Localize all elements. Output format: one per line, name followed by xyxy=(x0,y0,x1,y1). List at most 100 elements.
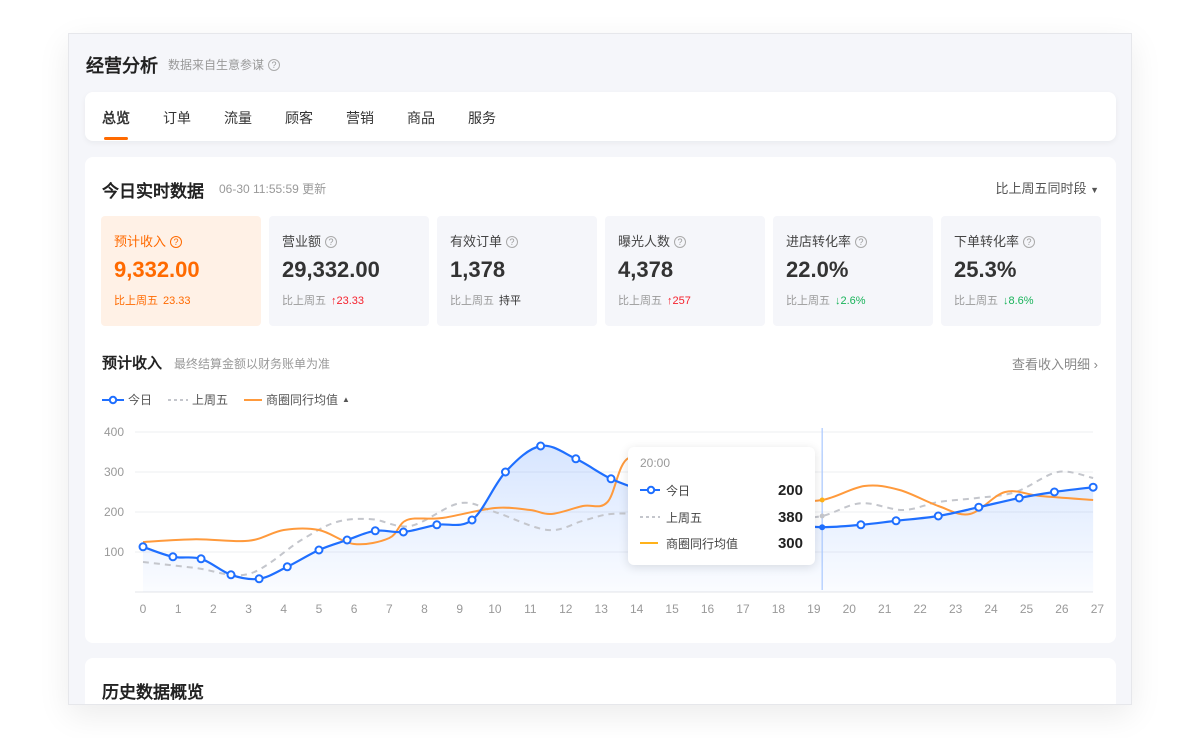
kpi-compare-label: 比上周五 xyxy=(282,295,326,307)
legend-today-label: 今日 xyxy=(128,393,153,407)
help-icon[interactable]: ? xyxy=(855,236,868,248)
kpi-delta: ↑23.33 xyxy=(331,295,364,307)
legend-today[interactable]: 今日 xyxy=(102,391,152,408)
tooltip-row-today: 今日 200 xyxy=(640,481,803,499)
kpi-card[interactable]: 预计收入? 9,332.00 比上周五 23.33 xyxy=(101,216,261,326)
kpi-value: 29,332.00 xyxy=(282,257,380,282)
kpi-delta: ↑257 xyxy=(667,295,691,307)
legend-peer-avg-label: 商圈同行均值 xyxy=(266,393,339,407)
line-icon xyxy=(640,542,658,544)
kpi-compare-label: 比上周五 xyxy=(954,295,998,307)
kpi-delta: ↓2.6% xyxy=(835,295,866,307)
kpi-delta-value: 257 xyxy=(672,295,691,307)
help-icon[interactable]: ? xyxy=(674,236,687,248)
tab-orders[interactable]: 订单 xyxy=(163,108,191,128)
caret-up-icon: ▲ xyxy=(342,395,350,404)
kpi-compare: 比上周五 持平 xyxy=(450,292,521,308)
app-window: 经营分析 数据来自生意参谋? 总览 订单 流量 顾客 营销 商品 服务 今日实时… xyxy=(68,33,1132,705)
compare-select-value: 比上周五同时段 xyxy=(995,181,1087,196)
help-icon[interactable]: ? xyxy=(506,236,519,248)
kpi-delta-value: 8.6% xyxy=(1008,295,1034,307)
kpi-compare: 比上周五 ↑257 xyxy=(618,292,691,308)
kpi-delta: 持平 xyxy=(499,295,521,307)
line-marker-icon xyxy=(640,485,660,495)
kpi-delta-value: 23.33 xyxy=(163,295,191,307)
legend-peer-avg[interactable]: 商圈同行均值 ▲ xyxy=(244,391,350,408)
kpi-label: 有效订单? xyxy=(450,231,519,250)
kpi-delta-value: 持平 xyxy=(499,295,521,307)
kpi-compare-label: 比上周五 xyxy=(114,295,158,307)
page-subtitle: 数据来自生意参谋? xyxy=(168,56,281,73)
kpi-value: 1,378 xyxy=(450,257,506,282)
kpi-value: 22.0% xyxy=(786,257,849,282)
kpi-label-text: 预计收入 xyxy=(114,234,167,249)
chevron-right-icon: › xyxy=(1093,357,1098,372)
realtime-card: 今日实时数据 06-30 11:55:59 更新 比上周五同时段 ▼ 预计收入?… xyxy=(85,157,1116,643)
kpi-card[interactable]: 营业额? 29,332.00 比上周五 ↑23.33 xyxy=(269,216,429,326)
tooltip-label: 今日 xyxy=(666,483,691,498)
help-icon[interactable]: ? xyxy=(170,236,183,248)
kpi-label: 下单转化率? xyxy=(954,231,1036,250)
realtime-title: 今日实时数据 xyxy=(102,182,204,201)
kpi-card[interactable]: 下单转化率? 25.3% 比上周五 ↓8.6% xyxy=(941,216,1101,326)
legend-last-friday-label: 上周五 xyxy=(192,393,229,407)
legend-last-friday[interactable]: 上周五 xyxy=(168,391,228,408)
chart-tooltip: 20:00 今日 200 上周五 380 商圈同行均值 300 xyxy=(628,447,815,565)
income-detail-link[interactable]: 查看收入明细 › xyxy=(1012,354,1098,373)
tab-marketing[interactable]: 营销 xyxy=(346,108,374,128)
kpi-label-text: 下单转化率 xyxy=(954,234,1020,249)
kpi-card[interactable]: 曝光人数? 4,378 比上周五 ↑257 xyxy=(605,216,765,326)
income-title: 预计收入 xyxy=(102,355,163,372)
kpi-label-text: 有效订单 xyxy=(450,234,503,249)
kpi-compare-label: 比上周五 xyxy=(450,295,494,307)
tooltip-value: 300 xyxy=(777,534,803,552)
kpi-compare: 比上周五 ↓2.6% xyxy=(786,292,866,308)
kpi-label: 曝光人数? xyxy=(618,231,687,250)
tab-products[interactable]: 商品 xyxy=(407,108,435,128)
update-time: 06-30 11:55:59 更新 xyxy=(219,182,327,196)
kpi-delta: ↓8.6% xyxy=(1003,295,1034,307)
kpi-label: 进店转化率? xyxy=(786,231,868,250)
help-icon[interactable]: ? xyxy=(1023,236,1036,248)
tooltip-value: 200 xyxy=(777,481,803,499)
income-note: 最终结算金额以财务账单为准 xyxy=(174,357,331,371)
kpi-value: 4,378 xyxy=(618,257,674,282)
chart-legend: 今日 上周五 商圈同行均值 ▲ xyxy=(102,391,350,408)
kpi-value: 25.3% xyxy=(954,257,1017,282)
kpi-delta-value: 23.33 xyxy=(336,295,365,307)
kpi-compare: 比上周五 23.33 xyxy=(114,292,191,308)
kpi-compare: 比上周五 ↑23.33 xyxy=(282,292,364,308)
tooltip-value: 380 xyxy=(777,508,803,526)
kpi-card[interactable]: 进店转化率? 22.0% 比上周五 ↓2.6% xyxy=(773,216,933,326)
compare-period-select[interactable]: 比上周五同时段 ▼ xyxy=(995,178,1099,197)
tooltip-time: 20:00 xyxy=(640,456,671,470)
kpi-compare-label: 比上周五 xyxy=(618,295,662,307)
income-link-text: 查看收入明细 xyxy=(1012,357,1091,372)
kpi-delta: 23.33 xyxy=(163,295,191,307)
page-title: 经营分析 xyxy=(86,56,158,76)
kpi-compare: 比上周五 ↓8.6% xyxy=(954,292,1034,308)
kpi-label: 预计收入? xyxy=(114,231,183,250)
kpi-card[interactable]: 有效订单? 1,378 比上周五 持平 xyxy=(437,216,597,326)
history-card: 历史数据概览 xyxy=(85,658,1116,704)
tooltip-label: 上周五 xyxy=(666,510,703,525)
kpi-label-text: 营业额 xyxy=(282,234,322,249)
kpi-label: 营业额? xyxy=(282,231,338,250)
tab-service[interactable]: 服务 xyxy=(468,108,496,128)
subtitle-text: 数据来自生意参谋 xyxy=(168,58,265,72)
line-icon xyxy=(244,398,263,401)
kpi-value: 9,332.00 xyxy=(114,257,200,282)
dashed-line-icon xyxy=(640,516,660,518)
tab-customers[interactable]: 顾客 xyxy=(285,108,313,128)
kpi-delta-value: 2.6% xyxy=(840,295,866,307)
tooltip-row-last-friday: 上周五 380 xyxy=(640,508,803,526)
tab-traffic[interactable]: 流量 xyxy=(224,108,252,128)
line-marker-icon xyxy=(102,395,124,404)
caret-down-icon: ▼ xyxy=(1090,185,1099,195)
help-icon[interactable]: ? xyxy=(325,236,338,248)
help-icon[interactable]: ? xyxy=(268,59,281,71)
kpi-compare-label: 比上周五 xyxy=(786,295,830,307)
kpi-label-text: 进店转化率 xyxy=(786,234,852,249)
tooltip-row-peer-avg: 商圈同行均值 300 xyxy=(640,534,803,552)
tab-overview[interactable]: 总览 xyxy=(102,108,130,140)
